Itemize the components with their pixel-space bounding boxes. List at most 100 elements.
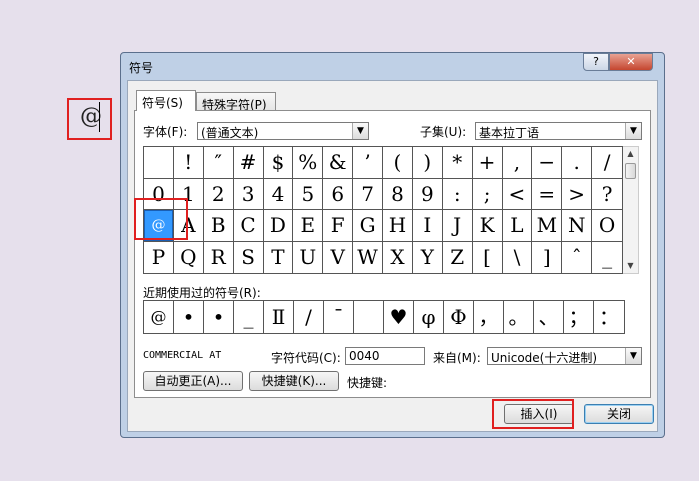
dialog-client: 符号(S) 特殊字符(P) 字体(F): (普通文本) ▼ 子集(U): 基本拉…	[127, 80, 658, 432]
close-button[interactable]: 关闭	[584, 404, 654, 424]
symbol-cell[interactable]: Z	[443, 241, 473, 273]
symbol-cell[interactable]: W	[353, 241, 383, 273]
symbol-cell[interactable]: J	[442, 210, 473, 242]
char-code-input[interactable]: 0040	[345, 347, 425, 365]
symbol-grid-scrollbar[interactable]: ▲ ▼	[623, 146, 639, 274]
symbol-cell[interactable]: 2	[203, 178, 234, 210]
symbol-cell[interactable]: ˆ	[562, 241, 593, 273]
font-select[interactable]: (普通文本) ▼	[197, 122, 369, 140]
symbol-cell[interactable]: ,	[502, 147, 533, 179]
symbol-cell[interactable]: S	[234, 241, 264, 273]
symbol-cell[interactable]: =	[532, 178, 563, 210]
symbol-cell[interactable]: 3	[233, 178, 264, 210]
recent-symbol[interactable]: _	[234, 301, 264, 333]
symbol-cell[interactable]: D	[263, 210, 294, 242]
symbol-cell[interactable]: M	[532, 210, 563, 242]
recent-symbol[interactable]: 、	[534, 301, 564, 333]
symbol-cell[interactable]: K	[472, 210, 503, 242]
subset-select[interactable]: 基本拉丁语 ▼	[475, 122, 642, 140]
symbol-cell[interactable]: (	[383, 147, 413, 179]
symbol-cell[interactable]: !	[173, 147, 204, 179]
recent-symbol[interactable]: ；	[564, 301, 594, 333]
scroll-thumb[interactable]	[625, 163, 636, 179]
dialog-titlebar[interactable]: 符号 ? ✕	[121, 53, 664, 79]
tab-special-characters[interactable]: 特殊字符(P)	[196, 92, 276, 112]
recent-symbol[interactable]: •	[174, 301, 204, 333]
symbol-cell[interactable]: %	[293, 147, 324, 179]
symbol-cell[interactable]: *	[442, 147, 473, 179]
symbol-cell[interactable]: /	[592, 147, 622, 179]
symbol-cell[interactable]: U	[293, 241, 324, 273]
shortcut-key-button[interactable]: 快捷键(K)...	[249, 371, 339, 391]
recent-symbol[interactable]: Ⅱ	[264, 301, 294, 333]
symbol-cell[interactable]: $	[263, 147, 294, 179]
symbol-cell[interactable]: P	[144, 241, 174, 273]
recent-symbol[interactable]: ¯	[324, 301, 354, 333]
tab-symbols[interactable]: 符号(S)	[136, 90, 196, 111]
recent-symbol[interactable]: ：	[594, 301, 624, 333]
recent-symbol[interactable]: •	[204, 301, 234, 333]
symbol-cell[interactable]: R	[204, 241, 234, 273]
close-button-label: 关闭	[606, 407, 631, 421]
title-close-button[interactable]: ✕	[609, 53, 653, 71]
symbol-cell[interactable]: 7	[353, 178, 383, 210]
scroll-down-icon[interactable]: ▼	[623, 259, 638, 273]
symbol-cell[interactable]: >	[562, 178, 593, 210]
character-name: COMMERCIAL AT	[143, 350, 222, 361]
symbol-cell[interactable]: 5	[293, 178, 324, 210]
recent-symbol[interactable]: @	[144, 301, 174, 333]
symbol-cell[interactable]: ’	[353, 147, 383, 179]
symbol-cell[interactable]: 4	[263, 178, 294, 210]
symbol-cell[interactable]: T	[264, 241, 294, 273]
symbol-cell[interactable]: &	[323, 147, 354, 179]
symbol-cell[interactable]: 6	[323, 178, 354, 210]
help-button[interactable]: ?	[583, 53, 609, 71]
symbol-cell[interactable]: E	[293, 210, 324, 242]
symbol-cell[interactable]: [	[473, 241, 503, 273]
autocorrect-button[interactable]: 自动更正(A)...	[143, 371, 243, 391]
symbol-cell[interactable]: I	[412, 210, 443, 242]
from-select[interactable]: Unicode(十六进制) ▼	[487, 347, 642, 365]
recent-symbol[interactable]: 。	[504, 301, 534, 333]
symbol-cell[interactable]: ?	[592, 179, 622, 210]
symbol-cell[interactable]: H	[383, 210, 413, 242]
symbol-cell[interactable]: _	[592, 242, 622, 274]
symbol-cell[interactable]: X	[383, 241, 413, 273]
symbol-cell[interactable]: G	[353, 210, 383, 242]
recent-symbol[interactable]: ♥	[384, 301, 414, 333]
symbol-cell[interactable]: Y	[413, 241, 443, 273]
symbol-cell[interactable]: )	[412, 147, 443, 179]
symbol-cell[interactable]: C	[233, 210, 264, 242]
symbol-cell[interactable]: B	[203, 210, 234, 242]
symbol-cell[interactable]: #	[233, 147, 264, 179]
char-code-value: 0040	[349, 349, 380, 363]
recent-symbol[interactable]: /	[294, 301, 324, 333]
symbol-cell[interactable]: ;	[472, 178, 503, 210]
symbol-cell[interactable]: ]	[532, 241, 563, 273]
symbol-cell[interactable]: Q	[174, 241, 204, 273]
symbol-cell[interactable]: V	[323, 241, 354, 273]
font-select-value: (普通文本)	[201, 126, 259, 140]
recent-symbol[interactable]: ，	[474, 301, 504, 333]
from-label: 来自(M):	[433, 351, 481, 365]
symbol-cell[interactable]: .	[562, 147, 593, 179]
scroll-up-icon[interactable]: ▲	[623, 147, 638, 161]
symbol-cell[interactable]: N	[562, 210, 593, 242]
symbol-cell[interactable]	[144, 147, 174, 179]
symbol-cell[interactable]: 9	[412, 178, 443, 210]
symbol-cell[interactable]: −	[532, 147, 563, 179]
shortcut-key-button-label: 快捷键(K)...	[261, 374, 327, 388]
symbol-cell[interactable]: :	[442, 178, 473, 210]
highlight-selected-symbol	[134, 198, 188, 240]
recent-symbol[interactable]: Φ	[444, 301, 474, 333]
symbol-cell[interactable]: O	[592, 210, 622, 242]
symbol-cell[interactable]: +	[472, 147, 503, 179]
symbol-cell[interactable]: <	[502, 178, 533, 210]
symbol-cell[interactable]: 8	[383, 178, 413, 210]
symbol-cell[interactable]: L	[502, 210, 533, 242]
recent-symbol[interactable]: φ	[414, 301, 444, 333]
symbol-cell[interactable]: ″	[203, 147, 234, 179]
recent-symbol[interactable]	[354, 301, 384, 333]
symbol-cell[interactable]: F	[323, 210, 354, 242]
symbol-cell[interactable]: \	[503, 241, 533, 273]
